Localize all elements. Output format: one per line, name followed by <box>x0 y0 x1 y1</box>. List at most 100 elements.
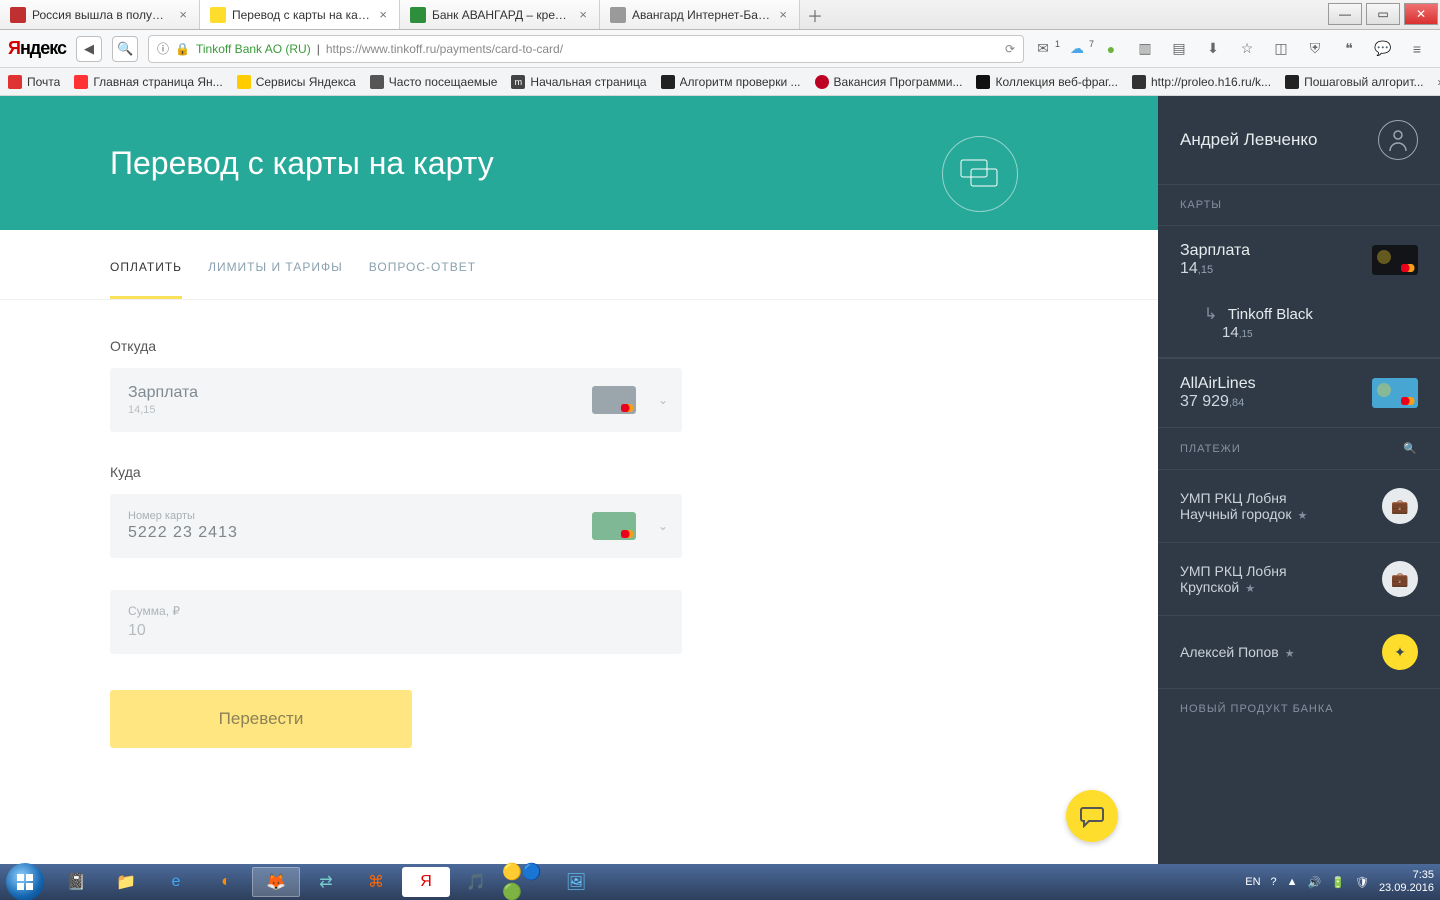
close-icon[interactable]: × <box>777 7 789 22</box>
sidebar-subcard[interactable]: ↳ Tinkoff Black 14,15 <box>1158 294 1440 358</box>
window-minimize[interactable]: — <box>1328 3 1362 25</box>
system-tray: EN ? ▲ 🔊 🔋 🛡 7:35 23.09.2016 <box>1245 869 1434 895</box>
chevron-down-icon: ⌄ <box>658 393 668 407</box>
menu-icon[interactable]: ≡ <box>1408 40 1426 58</box>
search-icon[interactable]: 🔍 <box>1403 442 1418 455</box>
tab-faq[interactable]: ВОПРОС-ОТВЕТ <box>369 260 476 299</box>
taskbar-app[interactable]: 🎵 <box>452 867 500 897</box>
amount-value: 10 <box>128 622 146 640</box>
window-close[interactable]: ✕ <box>1404 3 1438 25</box>
bookmark-item[interactable]: Сервисы Яндекса <box>237 75 356 89</box>
sidebar-icon[interactable]: ◫ <box>1272 40 1290 58</box>
tray-flag-icon[interactable]: ▲ <box>1287 876 1298 888</box>
close-icon[interactable]: × <box>577 7 589 22</box>
card-number-value: 5222 23 2413 <box>128 524 238 542</box>
taskbar-app[interactable]: 📁 <box>102 867 150 897</box>
browser-tab[interactable]: Банк АВАНГАРД – кредит... × <box>400 0 600 29</box>
to-label: Куда <box>110 464 1048 480</box>
browser-navrow: Яндекс ◀ 🔍 ⓘ 🔒 Tinkoff Bank AO (RU) | ht… <box>0 30 1440 68</box>
info-icon[interactable]: ⓘ <box>157 40 169 57</box>
url-text: https://www.tinkoff.ru/payments/card-to-… <box>326 42 563 56</box>
star-icon: ★ <box>1245 583 1255 595</box>
amount-field[interactable]: Сумма, ₽ 10 <box>110 590 682 654</box>
taskbar-app[interactable]: e <box>152 867 200 897</box>
bookmark-item[interactable]: Часто посещаемые <box>370 75 498 89</box>
address-bar[interactable]: ⓘ 🔒 Tinkoff Bank AO (RU) | https://www.t… <box>148 35 1024 63</box>
browser-tab[interactable]: Перевод с карты на карту × <box>200 0 400 29</box>
weather-icon[interactable]: ☁7 <box>1068 40 1086 58</box>
browser-tab[interactable]: Авангард Интернет-Банк для ... × <box>600 0 800 29</box>
page-icon[interactable]: ▥ <box>1136 40 1154 58</box>
star-icon: ★ <box>1285 648 1295 660</box>
quote-icon[interactable]: ❝ <box>1340 40 1358 58</box>
downloads-icon[interactable]: ⬇ <box>1204 40 1222 58</box>
tab-limits[interactable]: ЛИМИТЫ И ТАРИФЫ <box>208 260 343 299</box>
taskbar-app[interactable]: ◐ <box>202 867 250 897</box>
sidebar-payment-item[interactable]: Алексей Попов★ ✦ <box>1158 615 1440 688</box>
bookmark-item[interactable]: Вакансия Программи... <box>815 75 963 89</box>
taskbar-app[interactable]: ⇄ <box>302 867 350 897</box>
taskbar-app[interactable]: Я <box>402 867 450 897</box>
window-maximize[interactable]: ▭ <box>1366 3 1400 25</box>
reader-icon[interactable]: ▤ <box>1170 40 1188 58</box>
bookmark-item[interactable]: Почта <box>8 75 60 89</box>
from-card-name: Зарплата <box>128 384 198 402</box>
bookmarks-bar: Почта Главная страница Ян... Сервисы Янд… <box>0 68 1440 96</box>
reload-icon[interactable]: ⟳ <box>1005 42 1015 56</box>
close-icon[interactable]: × <box>177 7 189 22</box>
taskbar-firefox[interactable]: 🦊 <box>252 867 300 897</box>
tab-pay[interactable]: ОПЛАТИТЬ <box>110 260 182 299</box>
avatar-icon <box>1378 120 1418 160</box>
taskbar-app[interactable]: 🖼 <box>552 867 600 897</box>
green-circle-icon[interactable]: ● <box>1102 40 1120 58</box>
search-engine-icon[interactable]: 🔍 <box>112 36 138 62</box>
bookmark-item[interactable]: Алгоритм проверки ... <box>661 75 801 89</box>
bookmark-item[interactable]: Коллекция веб-фраг... <box>976 75 1118 89</box>
page-hero: Перевод с карты на карту <box>0 96 1158 230</box>
tray-lang[interactable]: EN <box>1245 876 1260 888</box>
chat-icon[interactable]: 💬 <box>1374 40 1392 58</box>
page-tabs: ОПЛАТИТЬ ЛИМИТЫ И ТАРИФЫ ВОПРОС-ОТВЕТ <box>0 230 1158 300</box>
start-button[interactable] <box>6 863 44 900</box>
tray-help-icon[interactable]: ? <box>1271 876 1277 888</box>
bookmark-item[interactable]: Главная страница Ян... <box>74 75 222 89</box>
arrow-icon: ↳ <box>1204 306 1217 323</box>
bookmark-item[interactable]: mНачальная страница <box>511 75 646 89</box>
sidebar-user[interactable]: Андрей Левченко <box>1158 96 1440 184</box>
bookmark-item[interactable]: http://proleo.h16.ru/k... <box>1132 75 1271 89</box>
mail-icon[interactable]: ✉1 <box>1034 40 1052 58</box>
from-card-select[interactable]: Зарплата 14,15 ⌄ <box>110 368 682 432</box>
tray-volume-icon[interactable]: 🔊 <box>1308 876 1322 889</box>
back-button[interactable]: ◀ <box>76 36 102 62</box>
sidebar-card-item[interactable]: AllAirLines 37 929,84 <box>1158 358 1440 427</box>
sidebar-card-item[interactable]: Зарплата 14,15 <box>1158 225 1440 294</box>
tray-network-icon[interactable]: 🛡 <box>1355 876 1369 889</box>
bookmark-item[interactable]: Пошаговый алгорит... <box>1285 75 1423 89</box>
from-label: Откуда <box>110 338 1048 354</box>
site-identity: Tinkoff Bank AO (RU) <box>196 42 311 56</box>
sidebar-payment-item[interactable]: УМП РКЦ ЛобняНаучный городок★ 💼 <box>1158 469 1440 542</box>
card-thumb-icon <box>592 512 636 540</box>
submit-button[interactable]: Перевести <box>110 690 412 748</box>
shield-icon[interactable]: ⛨ <box>1306 40 1324 58</box>
to-card-field[interactable]: Номер карты 5222 23 2413 ⌄ <box>110 494 682 558</box>
page-title: Перевод с карты на карту <box>110 145 494 182</box>
taskbar-app[interactable]: 📓 <box>52 867 100 897</box>
briefcase-icon: 💼 <box>1382 488 1418 524</box>
sidebar-section-cards: КАРТЫ <box>1158 184 1440 225</box>
taskbar-app[interactable]: 🟡🔵🟢 <box>502 867 550 897</box>
close-icon[interactable]: × <box>377 7 389 22</box>
tray-clock[interactable]: 7:35 23.09.2016 <box>1379 869 1434 895</box>
sidebar-payment-item[interactable]: УМП РКЦ ЛобняКрупской★ 💼 <box>1158 542 1440 615</box>
taskbar-app[interactable]: ⌘ <box>352 867 400 897</box>
chat-fab[interactable] <box>1066 790 1118 842</box>
star-icon[interactable]: ☆ <box>1238 40 1256 58</box>
yandex-logo[interactable]: Яндекс <box>8 38 66 59</box>
new-tab-button[interactable]: ＋ <box>800 0 830 29</box>
sidebar-section-newprod[interactable]: НОВЫЙ ПРОДУКТ БАНКА <box>1158 688 1440 729</box>
tray-battery-icon[interactable]: 🔋 <box>1331 876 1345 889</box>
sidebar-section-payments: ПЛАТЕЖИ 🔍 <box>1158 427 1440 469</box>
browser-tab[interactable]: Россия вышла в полуфин... × <box>0 0 200 29</box>
amount-placeholder: Сумма, ₽ <box>128 604 180 618</box>
club-icon: ✦ <box>1382 634 1418 670</box>
